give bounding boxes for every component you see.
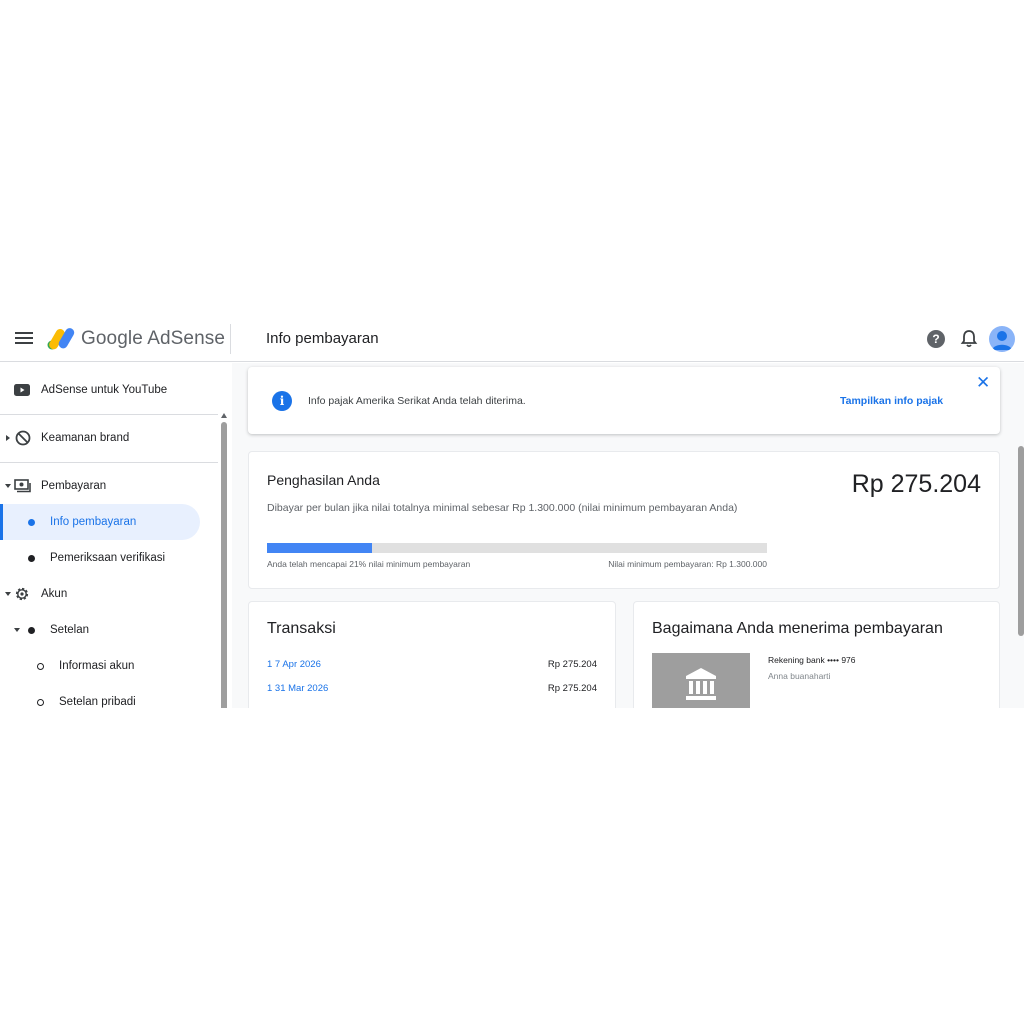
sidebar-scroll-up-arrow[interactable]	[221, 413, 227, 418]
transactions-title: Transaksi	[267, 620, 336, 637]
sidebar-item-brand-safety[interactable]: Keamanan brand	[0, 420, 218, 456]
tax-info-banner: i Info pajak Amerika Serikat Anda telah …	[248, 367, 1000, 434]
account-avatar-icon[interactable]	[989, 326, 1015, 352]
progress-fill	[267, 543, 372, 553]
earnings-title: Penghasilan Anda	[267, 472, 380, 488]
sidebar-item-account[interactable]: Akun	[0, 576, 218, 612]
sidebar-item-payments[interactable]: Pembayaran	[0, 468, 218, 504]
view-tax-info-link[interactable]: Tampilkan info pajak	[840, 395, 943, 407]
block-icon	[15, 430, 31, 446]
topbar-divider	[230, 324, 231, 354]
sidebar-nav: AdSense untuk YouTube Keamanan brand Pem…	[0, 363, 232, 708]
hamburger-menu-icon[interactable]	[14, 329, 34, 349]
sidebar-item-account-info[interactable]: Informasi akun	[0, 648, 218, 684]
payment-threshold-progress-bar	[267, 543, 767, 553]
bullet-icon	[28, 555, 35, 562]
transaction-amount: Rp 275.204	[547, 659, 597, 670]
sidebar-item-label: Setelan pribadi	[59, 696, 136, 708]
sidebar-item-label: Setelan	[50, 624, 90, 636]
sidebar-item-label: Informasi akun	[59, 660, 135, 672]
transaction-date-link[interactable]: 1 31 Mar 2026	[267, 683, 328, 694]
brand-name: Google AdSense	[81, 328, 226, 349]
sidebar-item-label: Keamanan brand	[41, 432, 130, 444]
hollow-bullet-icon	[37, 663, 44, 670]
expand-caret-icon[interactable]	[6, 435, 10, 441]
bank-account-label: Rekening bank •••• 976	[768, 655, 856, 665]
bank-icon	[686, 668, 716, 700]
sidebar-item-label: Akun	[41, 588, 68, 600]
page-title: Info pembayaran	[266, 330, 379, 347]
transactions-card: Transaksi 1 7 Apr 2026 Rp 275.204 1 31 M…	[248, 601, 616, 708]
active-bullet-icon	[28, 519, 35, 526]
transaction-amount: Rp 275.204	[547, 683, 597, 694]
top-app-bar: Google AdSense Info pembayaran ?	[0, 316, 1024, 362]
sidebar-item-adsense-youtube[interactable]: AdSense untuk YouTube	[0, 372, 218, 408]
adsense-app: Google AdSense Info pembayaran ? AdSense…	[0, 316, 1024, 708]
payment-method-title: Bagaimana Anda menerima pembayaran	[652, 620, 943, 637]
transaction-row[interactable]: 1 31 Mar 2026 Rp 275.204	[267, 683, 597, 699]
transaction-row[interactable]: 1 7 Apr 2026 Rp 275.204	[267, 659, 597, 675]
sidebar-item-personal-settings[interactable]: Setelan pribadi	[0, 684, 218, 708]
main-scrollbar[interactable]	[1018, 446, 1024, 636]
earnings-amount: Rp 275.204	[851, 470, 981, 498]
sidebar-item-verification[interactable]: Pemeriksaan verifikasi	[0, 540, 218, 576]
adsense-logo-icon	[47, 328, 75, 350]
bell-icon[interactable]	[960, 329, 978, 349]
sidebar-item-label: Pemeriksaan verifikasi	[50, 552, 166, 564]
gear-icon	[15, 587, 29, 601]
bullet-icon	[28, 627, 35, 634]
hollow-bullet-icon	[37, 699, 44, 706]
sidebar-divider	[0, 462, 218, 463]
bank-tile	[652, 653, 750, 708]
payments-icon	[14, 479, 31, 493]
info-icon: i	[272, 391, 292, 411]
banner-message: Info pajak Amerika Serikat Anda telah di…	[308, 395, 526, 407]
collapse-caret-icon[interactable]	[5, 592, 11, 596]
earnings-card: Penghasilan Anda Rp 275.204 Dibayar per …	[248, 451, 1000, 589]
account-holder-name: Anna buanaharti	[768, 671, 831, 681]
main-content: i Info pajak Amerika Serikat Anda telah …	[232, 363, 1024, 708]
help-icon[interactable]: ?	[927, 330, 945, 348]
collapse-caret-icon[interactable]	[5, 484, 11, 488]
sidebar-item-label: Pembayaran	[41, 480, 107, 492]
earnings-subtitle: Dibayar per bulan jika nilai totalnya mi…	[267, 502, 738, 514]
youtube-icon	[14, 384, 30, 396]
sidebar-scrollbar[interactable]	[221, 422, 227, 708]
close-icon[interactable]: ✕	[976, 373, 990, 393]
sidebar-item-label: AdSense untuk YouTube	[41, 384, 168, 396]
sidebar-divider	[0, 414, 218, 415]
payment-method-card: Bagaimana Anda menerima pembayaran Reken…	[633, 601, 1000, 708]
sidebar-item-settings[interactable]: Setelan	[0, 612, 218, 648]
threshold-label: Nilai minimum pembayaran: Rp 1.300.000	[608, 559, 767, 569]
sidebar-item-label: Info pembayaran	[50, 516, 137, 528]
transaction-date-link[interactable]: 1 7 Apr 2026	[267, 659, 321, 670]
sidebar-item-payment-info[interactable]: Info pembayaran	[0, 504, 218, 540]
progress-label: Anda telah mencapai 21% nilai minimum pe…	[267, 559, 471, 569]
collapse-caret-icon[interactable]	[14, 628, 20, 632]
